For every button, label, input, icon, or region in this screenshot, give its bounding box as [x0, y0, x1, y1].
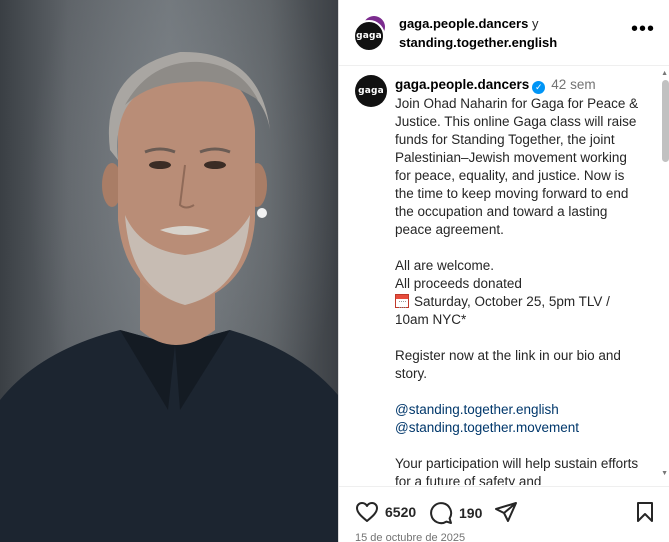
share-button[interactable]: [494, 501, 518, 523]
like-button[interactable]: 6520: [355, 501, 416, 523]
post-actions: 6520 190 15 de octubre de 2025: [339, 486, 669, 542]
post-date[interactable]: 15 de octubre de 2025: [355, 532, 465, 542]
caption-time[interactable]: 42 sem: [551, 77, 595, 92]
comment-button[interactable]: 190: [429, 501, 482, 525]
caption-text: Join Ohad Naharin for Gaga for Peace & J…: [395, 95, 645, 485]
more-options-icon[interactable]: •••: [631, 19, 655, 39]
header-account-secondary[interactable]: standing.together.english: [399, 35, 557, 50]
caption-date-text: Saturday, October 25, 5pm TLV / 10am NYC…: [395, 294, 610, 327]
avatar-logo-text: gaga: [356, 31, 382, 41]
caption-username[interactable]: gaga.people.dancers: [395, 77, 529, 92]
caption-paragraph: Join Ohad Naharin for Gaga for Peace & J…: [395, 96, 639, 237]
caption-participation: Your participation will help sustain eff…: [395, 456, 639, 485]
post-sidebar: gaga gaga.people.dancers y standing.toge…: [339, 0, 669, 542]
header-accounts: gaga.people.dancers y standing.together.…: [399, 14, 557, 52]
caption-register: Register now at the link in our bio and …: [395, 348, 621, 381]
post-header: gaga gaga.people.dancers y standing.toge…: [339, 0, 669, 66]
save-button[interactable]: [635, 501, 655, 523]
like-count[interactable]: 6520: [385, 504, 416, 520]
portrait-photo: [0, 51, 338, 542]
author-avatar[interactable]: gaga: [353, 20, 385, 52]
verified-badge-icon: ✓: [532, 81, 546, 94]
caption-proceeds: All proceeds donated: [395, 276, 522, 291]
post-media[interactable]: [0, 0, 338, 542]
header-account-primary[interactable]: gaga.people.dancers: [399, 16, 528, 31]
scroll-up-arrow-icon[interactable]: ▲: [661, 70, 668, 77]
avatar-logo-text: gaga: [358, 86, 384, 96]
header-conjunction: y: [531, 16, 539, 31]
caption-header: gaga.people.dancers ✓ 42 sem: [395, 77, 596, 94]
caption-author-avatar[interactable]: gaga: [355, 75, 387, 107]
share-icon: [495, 502, 517, 522]
comment-icon: [430, 502, 453, 525]
mention-link[interactable]: @standing.together.movement: [395, 420, 579, 435]
scrollbar-thumb[interactable]: [662, 80, 669, 162]
mention-link[interactable]: @standing.together.english: [395, 402, 559, 417]
calendar-icon: [395, 294, 409, 308]
caption-welcome: All are welcome.: [395, 258, 495, 273]
caption-area: gaga gaga.people.dancers ✓ 42 sem Join Oha…: [339, 67, 669, 485]
comment-count[interactable]: 190: [459, 505, 482, 521]
heart-icon: [356, 502, 378, 522]
scroll-down-arrow-icon[interactable]: ▼: [661, 470, 668, 477]
bookmark-icon: [637, 502, 653, 522]
caption-date-line: Saturday, October 25, 5pm TLV / 10am NYC…: [395, 293, 645, 329]
